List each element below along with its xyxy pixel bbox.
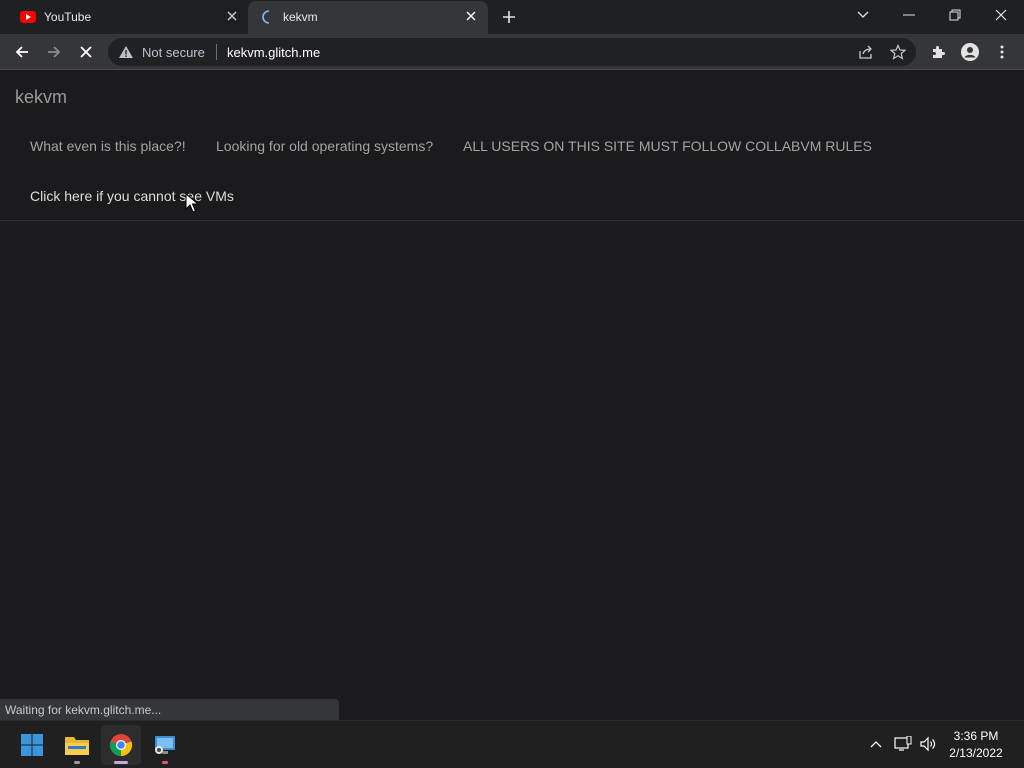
chrome-icon (109, 734, 133, 757)
start-icon (21, 734, 43, 756)
share-icon[interactable] (858, 44, 874, 60)
bookmark-star-icon[interactable] (890, 44, 906, 60)
taskbar: 3:36 PM 2/13/2022 (0, 720, 1024, 768)
loading-spinner-icon (262, 10, 270, 24)
status-bubble: Waiting for kekvm.glitch.me... (0, 699, 339, 720)
network-icon[interactable] (894, 735, 912, 753)
taskbar-remote-desktop[interactable] (145, 725, 185, 765)
nav-link-about[interactable]: What even is this place?! (30, 138, 186, 154)
web-page: kekvm What even is this place?! Looking … (0, 71, 1024, 720)
running-indicator (74, 761, 80, 764)
close-tab-icon[interactable] (224, 8, 240, 24)
back-icon[interactable] (12, 42, 32, 62)
start-button[interactable] (12, 725, 52, 765)
active-indicator (114, 761, 128, 764)
tab-search-icon[interactable] (851, 4, 875, 26)
tab-title: YouTube (44, 10, 92, 24)
nav-link-old-os[interactable]: Looking for old operating systems? (216, 138, 433, 154)
tab-kekvm[interactable]: kekvm (248, 1, 488, 34)
omnibox-divider (216, 44, 217, 60)
new-tab-icon[interactable] (500, 8, 518, 26)
clock-time[interactable]: 3:36 PM (946, 729, 1006, 743)
screen: YouTube kekvm Not secure kekvm.glitch.me… (0, 0, 1024, 768)
header-divider (0, 220, 1024, 221)
minimize-icon[interactable] (897, 4, 921, 26)
site-brand[interactable]: kekvm (15, 87, 67, 108)
tab-youtube[interactable]: YouTube (0, 0, 246, 34)
extensions-icon[interactable] (928, 42, 948, 62)
taskbar-file-explorer[interactable] (57, 725, 97, 765)
menu-kebab-icon[interactable] (992, 42, 1012, 62)
close-window-icon[interactable] (989, 4, 1013, 26)
stop-loading-icon[interactable] (76, 42, 96, 62)
tab-title: kekvm (283, 10, 318, 24)
address-bar[interactable]: Not secure kekvm.glitch.me (108, 38, 916, 66)
profile-avatar-icon[interactable] (960, 42, 980, 62)
browser-toolbar: Not secure kekvm.glitch.me (0, 34, 1024, 70)
youtube-icon (20, 11, 36, 23)
tab-strip: YouTube kekvm (0, 0, 1024, 34)
restore-icon[interactable] (943, 4, 967, 26)
volume-icon[interactable] (919, 735, 937, 753)
security-label[interactable]: Not secure (142, 45, 205, 60)
clock-date[interactable]: 2/13/2022 (946, 746, 1006, 760)
remote-desktop-icon (155, 736, 175, 754)
close-tab-icon[interactable] (463, 8, 479, 24)
nav-link-rules[interactable]: ALL USERS ON THIS SITE MUST FOLLOW COLLA… (463, 138, 872, 154)
file-explorer-icon (65, 737, 89, 755)
url-text[interactable]: kekvm.glitch.me (227, 45, 320, 60)
chevron-up-icon[interactable] (867, 735, 885, 753)
cannot-see-vms-link[interactable]: Click here if you cannot see VMs (30, 188, 234, 204)
mouse-cursor-icon (185, 193, 199, 213)
warning-icon[interactable] (118, 45, 134, 59)
taskbar-chrome[interactable] (101, 725, 141, 765)
forward-icon[interactable] (44, 42, 64, 62)
running-indicator (162, 761, 168, 764)
